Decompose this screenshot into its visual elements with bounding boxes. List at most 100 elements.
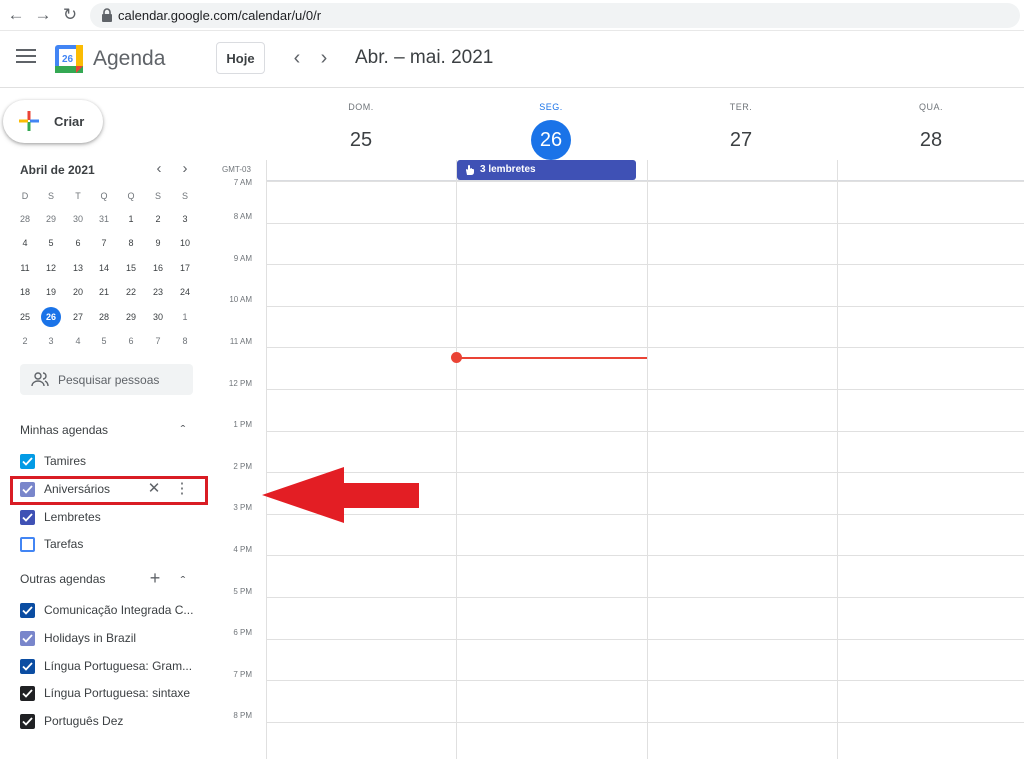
- mini-calendar-day[interactable]: 27: [68, 307, 88, 327]
- calendar-item[interactable]: Lembretes: [18, 506, 198, 528]
- mini-calendar-day[interactable]: 31: [94, 209, 114, 229]
- mini-calendar-day[interactable]: 5: [94, 331, 114, 351]
- mini-calendar-day[interactable]: 16: [148, 258, 168, 278]
- hamburger-menu-icon[interactable]: [16, 49, 36, 67]
- mini-calendar-day[interactable]: 11: [15, 258, 35, 278]
- mini-calendar-day[interactable]: 14: [94, 258, 114, 278]
- mini-calendar-day[interactable]: 6: [121, 331, 141, 351]
- calendar-item[interactable]: Holidays in Brazil: [18, 627, 198, 649]
- mini-calendar-day[interactable]: 28: [15, 209, 35, 229]
- collapse-my-calendars-icon[interactable]: ˆ: [175, 423, 191, 439]
- hour-gridline: [266, 555, 1024, 557]
- url-text: calendar.google.com/calendar/u/0/r: [118, 8, 322, 23]
- hour-gridline: [266, 181, 1024, 182]
- mini-weekday: D: [21, 191, 29, 201]
- mini-calendar-day[interactable]: 5: [41, 233, 61, 253]
- mini-calendar-day[interactable]: 1: [175, 307, 195, 327]
- checkbox-checked[interactable]: [20, 509, 35, 525]
- mini-weekday: T: [75, 191, 81, 201]
- day-column-divider: [647, 160, 648, 759]
- day-of-week: SEG.: [539, 102, 563, 112]
- checkbox-checked[interactable]: [20, 454, 35, 469]
- mini-calendar-day[interactable]: 30: [68, 209, 88, 229]
- reminders-chip[interactable]: 3 lembretes: [457, 160, 636, 180]
- mini-calendar-day[interactable]: 26: [41, 306, 61, 327]
- close-icon[interactable]: ✕: [145, 480, 163, 498]
- today-button[interactable]: Hoje: [216, 42, 265, 74]
- hour-label: 8 PM: [233, 711, 252, 721]
- previous-period-icon[interactable]: ‹: [285, 45, 309, 73]
- hour-label: 5 PM: [233, 586, 252, 596]
- checkbox-checked[interactable]: [20, 630, 35, 646]
- day-header: DOM. 25: [266, 88, 456, 160]
- mini-next-month-icon[interactable]: ›: [176, 161, 194, 179]
- day-number[interactable]: 26: [531, 120, 571, 160]
- mini-calendar-day[interactable]: 7: [94, 233, 114, 253]
- calendar-item[interactable]: Tarefas: [18, 533, 198, 555]
- day-number[interactable]: 25: [341, 120, 381, 160]
- forward-icon[interactable]: →: [33, 5, 53, 25]
- mini-calendar-day[interactable]: 22: [121, 282, 141, 302]
- calendar-item[interactable]: Língua Portuguesa: sintaxe: [18, 682, 198, 704]
- hour-label: 1 PM: [233, 420, 252, 430]
- search-people-input[interactable]: Pesquisar pessoas: [20, 364, 193, 395]
- mini-calendar-day[interactable]: 3: [175, 209, 195, 229]
- mini-calendar-day[interactable]: 8: [121, 233, 141, 253]
- calendar-item[interactable]: Comunicação Integrada C...: [18, 599, 198, 621]
- checkbox-checked[interactable]: [20, 603, 35, 618]
- checkbox-checked[interactable]: [20, 686, 35, 702]
- add-calendar-icon[interactable]: +: [147, 569, 163, 587]
- mini-calendar-day[interactable]: 30: [148, 307, 168, 327]
- mini-calendar-day[interactable]: 29: [41, 209, 61, 229]
- mini-calendar-day[interactable]: 28: [94, 307, 114, 327]
- hour-gridline: [266, 721, 1024, 723]
- mini-calendar-day[interactable]: 25: [15, 307, 35, 327]
- create-button[interactable]: Criar: [3, 100, 103, 143]
- mini-calendar-day[interactable]: 9: [148, 233, 168, 253]
- mini-calendar-day[interactable]: 3: [41, 331, 61, 351]
- mini-calendar-day[interactable]: 6: [68, 233, 88, 253]
- mini-calendar-day[interactable]: 18: [15, 282, 35, 302]
- timezone-label: GMT-03: [222, 165, 251, 174]
- mini-calendar-day[interactable]: 13: [68, 258, 88, 278]
- address-bar[interactable]: calendar.google.com/calendar/u/0/r: [90, 3, 1020, 28]
- mini-calendar-day[interactable]: 21: [94, 282, 114, 302]
- calendar-item[interactable]: Língua Portuguesa: Gram...: [18, 655, 198, 677]
- hour-label: 11 AM: [229, 337, 252, 347]
- day-number[interactable]: 28: [911, 120, 951, 160]
- mini-calendar-day[interactable]: 20: [68, 282, 88, 302]
- mini-calendar-day[interactable]: 8: [175, 331, 195, 351]
- mini-calendar-day[interactable]: 19: [41, 282, 61, 302]
- mini-calendar-day[interactable]: 12: [41, 258, 61, 278]
- calendar-item[interactable]: Tamires: [18, 450, 198, 472]
- mini-calendar-day[interactable]: 23: [148, 282, 168, 302]
- hour-gridline: [266, 597, 1024, 598]
- collapse-other-calendars-icon[interactable]: ˆ: [175, 574, 191, 590]
- calendar-item[interactable]: Português Dez: [18, 710, 198, 732]
- mini-calendar-day[interactable]: 29: [121, 307, 141, 327]
- mini-calendar-day[interactable]: 4: [15, 233, 35, 253]
- checkbox-checked[interactable]: [20, 714, 35, 730]
- mini-calendar-title: Abril de 2021: [20, 163, 95, 177]
- mini-calendar-day[interactable]: 2: [148, 209, 168, 229]
- hour-label: 7 AM: [233, 178, 252, 187]
- mini-calendar-day[interactable]: 7: [148, 331, 168, 351]
- back-icon[interactable]: ←: [6, 5, 26, 25]
- checkbox-checked[interactable]: [20, 658, 35, 674]
- hour-label: 8 AM: [233, 212, 252, 222]
- mini-prev-month-icon[interactable]: ‹: [150, 161, 168, 179]
- mini-calendar-day[interactable]: 4: [68, 331, 88, 351]
- more-options-icon[interactable]: ⋮: [173, 480, 191, 498]
- hour-gridline: [266, 430, 1024, 432]
- app-header: 26 Agenda Hoje ‹ › Abr. – mai. 2021: [0, 31, 1024, 88]
- mini-calendar-day[interactable]: 1: [121, 209, 141, 229]
- mini-calendar-day[interactable]: 15: [121, 258, 141, 278]
- reload-icon[interactable]: ↻: [60, 5, 80, 25]
- mini-calendar-day[interactable]: 10: [175, 233, 195, 253]
- day-number[interactable]: 27: [721, 120, 761, 160]
- next-period-icon[interactable]: ›: [312, 45, 336, 73]
- mini-calendar-day[interactable]: 24: [175, 282, 195, 302]
- mini-calendar-day[interactable]: 17: [175, 258, 195, 278]
- mini-calendar-day[interactable]: 2: [15, 331, 35, 351]
- checkbox-unchecked[interactable]: [20, 537, 35, 553]
